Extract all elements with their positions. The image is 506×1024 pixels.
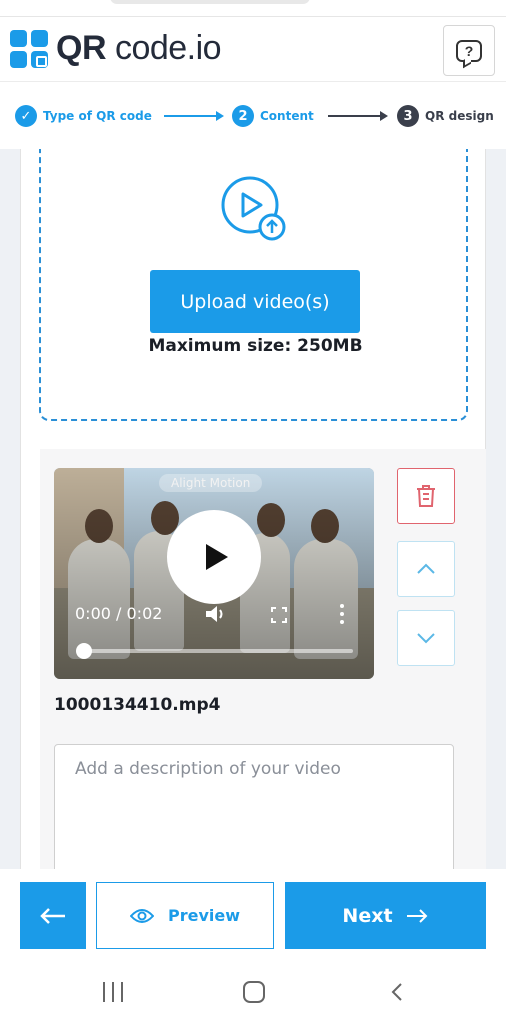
- fullscreen-icon[interactable]: [271, 607, 287, 623]
- content-area: Upload video(s) Maximum size: 250MB Alig…: [0, 149, 506, 869]
- app-header: QR code.io ?: [0, 16, 506, 82]
- seek-handle[interactable]: [76, 643, 92, 659]
- checkmark-icon: ✓: [15, 105, 37, 127]
- progress-stepper: ✓ Type of QR code 2 Content 3 QR design: [0, 83, 506, 149]
- volume-icon[interactable]: [204, 604, 226, 624]
- more-options-icon[interactable]: [339, 604, 345, 624]
- help-button[interactable]: ?: [443, 25, 495, 76]
- move-down-button[interactable]: [397, 610, 455, 666]
- upload-dropzone[interactable]: Upload video(s) Maximum size: 250MB: [39, 149, 468, 421]
- logo-icon: [10, 29, 48, 68]
- arrow-left-icon: [40, 907, 65, 924]
- back-button[interactable]: [20, 882, 86, 949]
- trash-icon: [417, 485, 435, 507]
- video-player[interactable]: Alight Motion 0:00 / 0:02: [54, 468, 374, 679]
- step-arrow-icon: [164, 111, 224, 121]
- chevron-up-icon: [417, 563, 435, 574]
- help-icon: ?: [456, 39, 482, 62]
- url-bar-edge: [110, 0, 310, 4]
- step-content[interactable]: 2 Content: [232, 105, 314, 127]
- step-number: 3: [397, 105, 419, 127]
- step-label: Type of QR code: [43, 109, 152, 123]
- video-time: 0:00 / 0:02: [75, 604, 163, 623]
- max-size-text: Maximum size: 250MB: [148, 336, 363, 356]
- next-label: Next: [342, 904, 393, 927]
- step-arrow-icon: [328, 111, 388, 121]
- play-icon[interactable]: [167, 510, 261, 604]
- step-number: 2: [232, 105, 254, 127]
- step-type-of-qr-code[interactable]: ✓ Type of QR code: [15, 105, 152, 127]
- delete-video-button[interactable]: [397, 468, 455, 524]
- step-label: QR design: [425, 109, 494, 123]
- eye-icon: [129, 908, 154, 923]
- video-upload-icon: [221, 176, 286, 241]
- preview-label: Preview: [167, 906, 240, 925]
- preview-button[interactable]: Preview: [96, 882, 274, 949]
- seek-bar[interactable]: [81, 649, 353, 653]
- home-icon[interactable]: [243, 981, 265, 1003]
- next-button[interactable]: Next: [285, 882, 486, 949]
- system-nav-bar: [0, 963, 506, 1024]
- video-watermark: Alight Motion: [159, 474, 263, 492]
- logo-text: QR code.io: [56, 29, 222, 67]
- recent-apps-icon[interactable]: [103, 982, 123, 1002]
- chevron-down-icon: [417, 633, 435, 644]
- step-label: Content: [260, 109, 314, 123]
- arrow-right-icon: [406, 908, 427, 923]
- upload-video-button[interactable]: Upload video(s): [150, 270, 360, 333]
- video-filename: 1000134410.mp4: [54, 695, 221, 715]
- status-bar-remnant: [0, 0, 506, 16]
- move-up-button[interactable]: [397, 541, 455, 597]
- video-item: Alight Motion 0:00 / 0:02 1000134410.mp4…: [40, 449, 486, 869]
- back-nav-icon[interactable]: [390, 982, 404, 1002]
- step-qr-design[interactable]: 3 QR design: [397, 105, 494, 127]
- bottom-action-bar: Preview Next: [0, 869, 506, 963]
- video-description-input[interactable]: [54, 744, 454, 869]
- logo[interactable]: QR code.io: [10, 29, 222, 68]
- content-card: Upload video(s) Maximum size: 250MB Alig…: [20, 149, 486, 869]
